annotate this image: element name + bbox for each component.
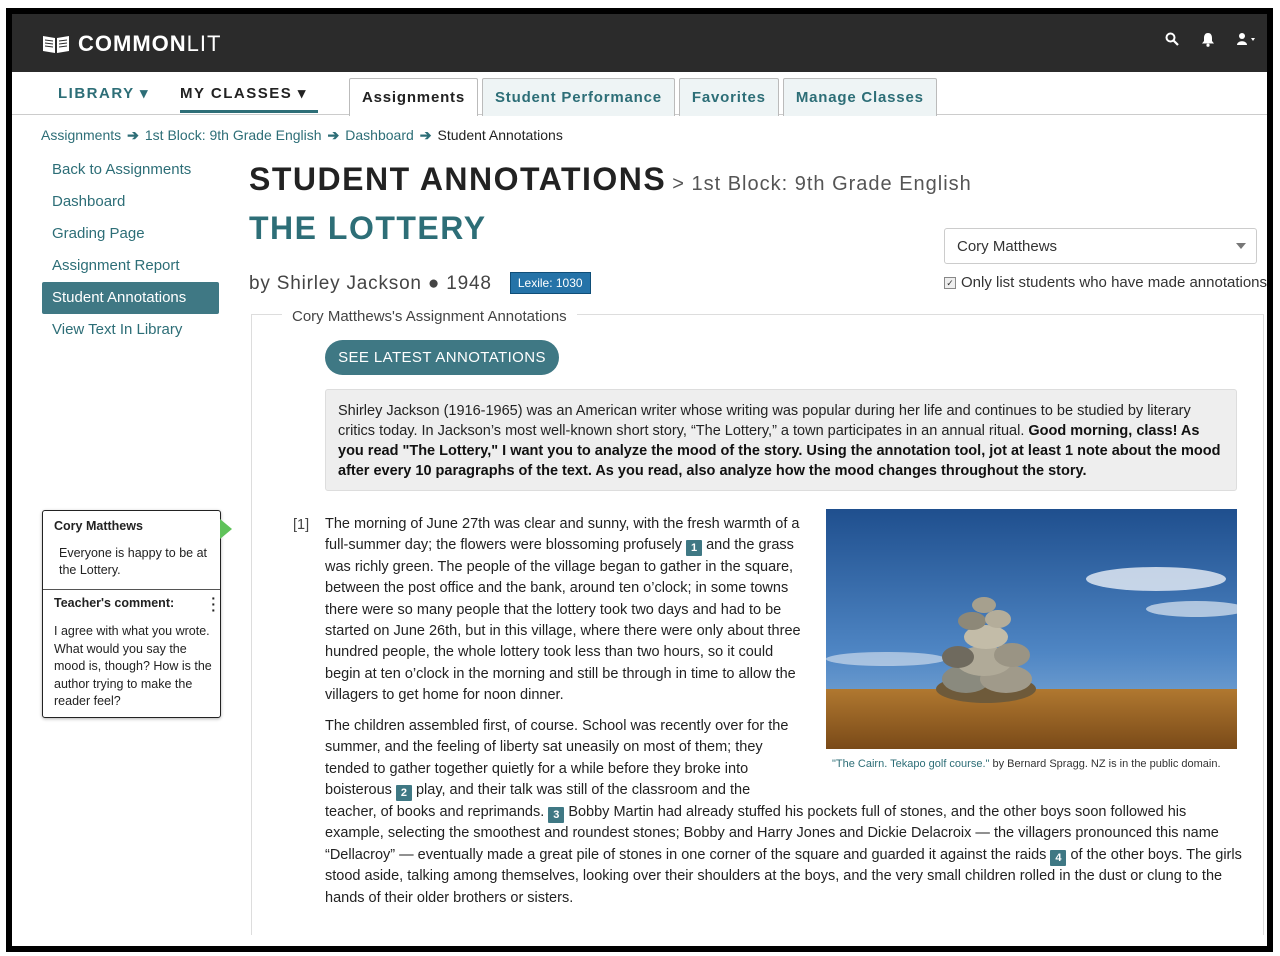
image-caption-link[interactable]: "The Cairn. Tekapo golf course." <box>832 758 989 770</box>
top-bar: COMMON LIT <box>12 14 1267 72</box>
commonlit-logo[interactable]: COMMON LIT <box>42 31 221 57</box>
only-annotated-filter[interactable]: ✓ Only list students who have made annota… <box>944 274 1267 291</box>
more-options-icon[interactable]: · · · <box>211 591 216 617</box>
text-title: THE LOTTERY <box>249 210 487 246</box>
sidebar: Back to Assignments Dashboard Grading Pa… <box>42 154 219 346</box>
breadcrumb: Assignments ➔ 1st Block: 9th Grade English… <box>41 127 563 144</box>
page-subtitle: > 1st Block: 9th Grade English <box>672 173 972 195</box>
breadcrumb-dashboard[interactable]: Dashboard <box>345 127 414 143</box>
breadcrumb-current: Student Annotations <box>437 127 563 143</box>
pointer-arrow-icon <box>220 519 232 539</box>
teacher-comment-label: Teacher's comment: <box>54 596 175 610</box>
checkbox-checked-icon[interactable]: ✓ <box>944 277 956 289</box>
tab-favorites[interactable]: Favorites <box>678 78 779 116</box>
author: by Shirley Jackson <box>249 273 422 294</box>
annotation-marker-2[interactable]: 2 <box>395 785 412 802</box>
tab-student-performance[interactable]: Student Performance <box>482 78 675 116</box>
caret-down-icon <box>1236 243 1246 249</box>
arrow-right-icon: ➔ <box>327 127 340 143</box>
annotation-marker-3[interactable]: 3 <box>548 807 565 823</box>
paragraph-1-b: and the grass was richly green. The peop… <box>325 537 801 704</box>
sidebar-item-grading-page[interactable]: Grading Page <box>42 218 219 250</box>
bell-icon[interactable] <box>1201 32 1215 52</box>
year: 1948 <box>446 273 492 294</box>
annotation-marker-1[interactable]: 1 <box>686 540 703 557</box>
main-nav: LIBRARY ▾ MY CLASSES ▾ Assignments Stude… <box>12 72 1267 116</box>
sidebar-item-view-text[interactable]: View Text In Library <box>42 314 219 346</box>
image-caption: "The Cairn. Tekapo golf course." by Bern… <box>832 758 1221 770</box>
only-annotated-label: Only list students who have made annotat… <box>961 274 1268 291</box>
student-select-value: Cory Matthews <box>957 238 1058 255</box>
logo-light: LIT <box>186 31 222 56</box>
image-caption-credit: by Bernard Spragg. NZ is in the public d… <box>989 758 1221 770</box>
student-select[interactable]: Cory Matthews <box>944 228 1257 264</box>
bullet-icon: ● <box>427 273 441 294</box>
assignment-intro: Shirley Jackson (1916-1965) was an Ameri… <box>325 389 1237 491</box>
library-menu[interactable]: LIBRARY ▾ <box>58 84 149 102</box>
annotation-divider <box>43 589 220 590</box>
page-title: STUDENT ANNOTATIONS > 1st Block: 9th Grad… <box>249 161 972 198</box>
search-icon[interactable] <box>1165 32 1179 52</box>
annotations-legend: Cory Matthews's Assignment Annotations <box>282 308 577 325</box>
tab-assignments[interactable]: Assignments <box>349 78 478 116</box>
tab-manage-classes[interactable]: Manage Classes <box>782 78 937 116</box>
see-latest-annotations-button[interactable]: SEE LATEST ANNOTATIONS <box>325 340 559 375</box>
annotation-card[interactable]: Cory Matthews Everyone is happy to be at… <box>42 510 232 718</box>
page-title-text: STUDENT ANNOTATIONS <box>249 161 667 197</box>
teacher-comment: I agree with what you wrote. What would … <box>54 624 212 708</box>
book-icon <box>43 36 69 53</box>
sidebar-item-back-to-assignments[interactable]: Back to Assignments <box>42 154 219 186</box>
my-classes-menu[interactable]: MY CLASSES ▾ <box>180 84 318 113</box>
byline: by Shirley Jackson ● 1948 Lexile: 1030 <box>249 272 591 295</box>
user-menu-icon[interactable] <box>1237 32 1259 52</box>
arrow-right-icon: ➔ <box>419 127 432 143</box>
arrow-right-icon: ➔ <box>127 127 139 143</box>
paragraph-2-c: teacher, of books and reprimands. <box>325 804 545 820</box>
breadcrumb-class[interactable]: 1st Block: 9th Grade English <box>145 127 322 143</box>
logo-bold: COMMON <box>78 31 187 56</box>
annotation-student-name: Cory Matthews <box>54 519 143 533</box>
sidebar-item-dashboard[interactable]: Dashboard <box>42 186 219 218</box>
sidebar-item-student-annotations[interactable]: Student Annotations <box>42 282 219 314</box>
sidebar-item-assignment-report[interactable]: Assignment Report <box>42 250 219 282</box>
paragraph-1: The morning of June 27th was clear and s… <box>325 514 810 707</box>
paragraph-2-bottom: teacher, of books and reprimands. 3 Bobb… <box>325 802 1245 909</box>
app-frame: COMMON LIT LIBRARY ▾ MY CLASSES ▾ Assignm… <box>6 8 1273 952</box>
story-image <box>826 509 1237 749</box>
class-tabs: Assignments Student Performance Favorite… <box>349 78 937 116</box>
annotation-marker-4[interactable]: 4 <box>1050 849 1067 866</box>
lexile-badge: Lexile: 1030 <box>509 272 591 294</box>
breadcrumb-assignments[interactable]: Assignments <box>41 127 121 143</box>
paragraph-number: [1] <box>293 517 310 533</box>
paragraph-2-b: play, and their talk was still of the cl… <box>415 782 751 799</box>
paragraph-2-top: The children assembled first, of course.… <box>325 716 810 802</box>
annotation-note: Everyone is happy to be at the Lottery. <box>59 546 208 577</box>
